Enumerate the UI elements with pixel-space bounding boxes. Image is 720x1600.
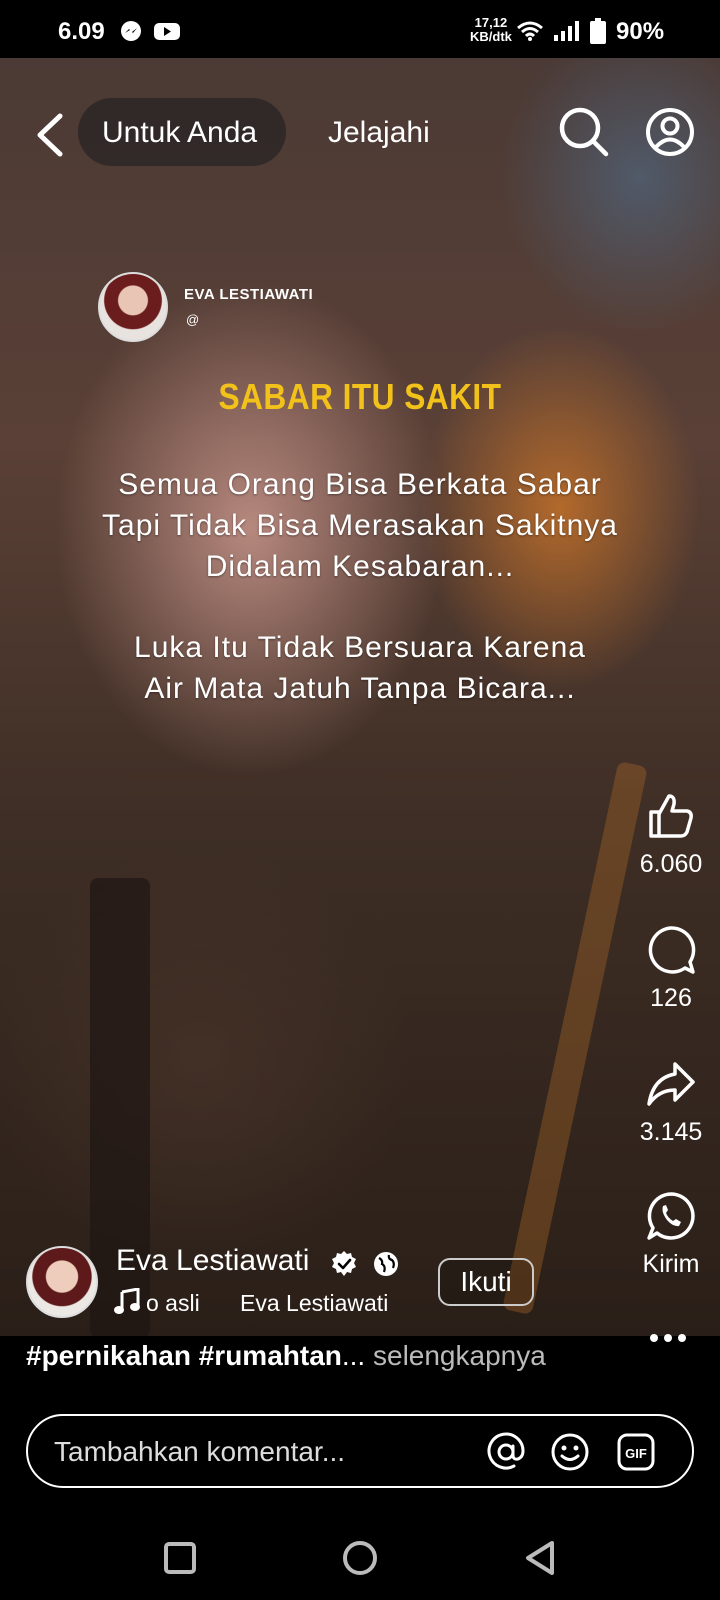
wifi-icon (517, 21, 543, 41)
quote-line: Didalam Kesabaran... (205, 550, 515, 583)
more-options-icon[interactable] (648, 1330, 688, 1346)
quote-line: Semua Orang Bisa Berkata Sabar (118, 468, 602, 501)
comment-icon (648, 926, 696, 974)
quote-line: Luka Itu Tidak Bersuara Karena (134, 631, 586, 664)
whatsapp-icon (647, 1192, 695, 1240)
profile-icon[interactable] (644, 106, 696, 158)
back-icon[interactable] (32, 110, 68, 160)
quote-line: Tapi Tidak Bisa Merasakan Sakitnya (102, 509, 618, 542)
share-button[interactable]: 3.145 (622, 1058, 720, 1147)
overlay-author: EVA LESTIAWATI (184, 286, 314, 303)
author-name[interactable]: Eva Lestiawati (116, 1244, 309, 1278)
comment-input[interactable]: Tambahkan komentar... GIF (26, 1414, 694, 1488)
youtube-icon (154, 23, 180, 40)
battery-percent: 90% (616, 18, 665, 45)
messenger-icon (121, 21, 141, 41)
caption-hashtags[interactable]: #pernikahan #rumahtan (26, 1340, 342, 1371)
tab-untuk-anda-label[interactable]: Untuk Anda (102, 116, 257, 150)
net-speed-value: 17,12 (474, 15, 508, 30)
battery-icon (590, 18, 606, 44)
caption-ellipsis: ... (341, 1340, 366, 1371)
net-speed-unit: KB/dtk (470, 29, 512, 44)
comment-placeholder: Tambahkan komentar... (54, 1436, 346, 1467)
status-time: 6.09 (58, 18, 105, 45)
follow-button[interactable]: Ikuti (438, 1258, 534, 1306)
tab-jelajahi[interactable]: Jelajahi (328, 116, 430, 150)
like-count: 6.060 (639, 850, 703, 878)
signal-icon (554, 21, 579, 41)
music-track[interactable]: o asli (146, 1290, 200, 1317)
author-avatar[interactable] (26, 1246, 98, 1318)
emoji-icon[interactable] (550, 1432, 590, 1472)
gif-icon[interactable]: GIF (616, 1432, 656, 1472)
overlay-handle: @ (186, 312, 200, 327)
music-artist[interactable]: Eva Lestiawati (240, 1290, 388, 1317)
svg-text:GIF: GIF (625, 1446, 647, 1461)
net-speed: 17,12 KB/dtk (470, 16, 512, 44)
see-more-link[interactable]: selengkapnya (365, 1340, 546, 1371)
recents-icon[interactable] (160, 1538, 200, 1578)
search-icon[interactable] (558, 106, 610, 158)
status-bar: 6.09 17,12 KB/dtk 90% (0, 0, 720, 58)
quote-line: Air Mata Jatuh Tanpa Bicara... (144, 672, 576, 705)
home-icon[interactable] (340, 1538, 380, 1578)
music-note-icon (114, 1288, 140, 1314)
system-nav-bar (0, 1520, 720, 1600)
post-caption[interactable]: #pernikahan #rumahtan... selengkapnya (26, 1340, 546, 1372)
globe-icon (374, 1252, 398, 1276)
verified-badge-icon (332, 1251, 356, 1276)
thumbs-up-icon (649, 794, 693, 838)
mention-icon[interactable] (486, 1432, 526, 1472)
overlay-avatar (98, 272, 168, 342)
send-whatsapp-button[interactable]: Kirim (622, 1190, 720, 1279)
send-label: Kirim (642, 1250, 700, 1278)
like-button[interactable]: 6.060 (622, 790, 720, 879)
share-icon (647, 1062, 695, 1106)
share-count: 3.145 (639, 1118, 703, 1146)
post-headline: SABAR ITU SAKIT (218, 376, 502, 417)
back-nav-icon[interactable] (520, 1538, 560, 1578)
comment-count: 126 (650, 984, 692, 1012)
comment-button[interactable]: 126 (622, 924, 720, 1013)
